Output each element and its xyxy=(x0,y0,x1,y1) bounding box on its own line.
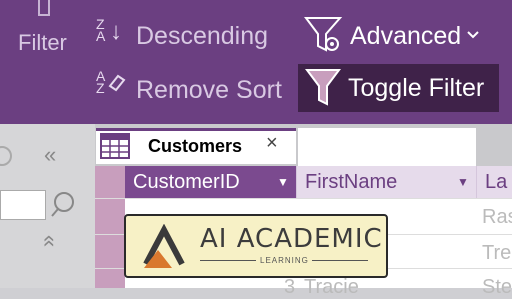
toggle-filter-label: Toggle Filter xyxy=(348,74,485,102)
filter-button-label[interactable]: Filter xyxy=(18,30,67,56)
down-arrow-icon: ↓ xyxy=(110,18,122,45)
table-icon xyxy=(100,133,130,159)
logo-title: AI ACADEMIC xyxy=(200,224,383,254)
remove-sort-icon: AZ xyxy=(96,68,106,96)
advanced-filter-icon xyxy=(304,17,343,52)
tab-customers[interactable]: Customers × xyxy=(96,128,296,164)
dropdown-arrow-icon[interactable]: ▼ xyxy=(457,166,469,198)
watermark-logo: AI ACADEMIC LEARNING xyxy=(124,214,388,278)
descending-label: Descending xyxy=(136,22,269,50)
column-header-lastname[interactable]: La xyxy=(477,166,512,198)
search-input[interactable] xyxy=(0,190,46,220)
tab-bar-empty xyxy=(298,128,476,166)
close-icon[interactable]: × xyxy=(266,132,278,155)
dropdown-arrow-icon[interactable]: ▼ xyxy=(277,166,289,198)
tab-label: Customers xyxy=(148,136,243,156)
column-header-firstname[interactable]: FirstName ▼ xyxy=(297,166,477,198)
chevron-down-icon xyxy=(467,31,479,39)
advanced-label: Advanced xyxy=(350,22,462,50)
remove-sort-label: Remove Sort xyxy=(136,76,282,104)
funnel-icon xyxy=(305,69,341,106)
logo-rule xyxy=(312,260,368,261)
logo-mark-icon xyxy=(143,224,185,268)
record-selector-column[interactable] xyxy=(95,166,125,288)
cell-lastname[interactable]: Tre xyxy=(482,242,511,265)
search-icon[interactable] xyxy=(48,188,82,222)
collapse-pane-icon[interactable]: « xyxy=(44,142,56,168)
logo-subtitle: LEARNING xyxy=(260,256,309,265)
filter-icon[interactable] xyxy=(38,0,50,16)
cell-lastname[interactable]: Ras xyxy=(482,206,512,229)
column-header-customerid[interactable]: CustomerID ▼ xyxy=(125,166,297,198)
eraser-icon xyxy=(108,74,126,92)
expand-group-icon[interactable]: « xyxy=(37,235,63,247)
row-divider xyxy=(95,198,512,199)
sort-descending-icon: ZA xyxy=(96,16,106,44)
logo-rule xyxy=(200,260,256,261)
